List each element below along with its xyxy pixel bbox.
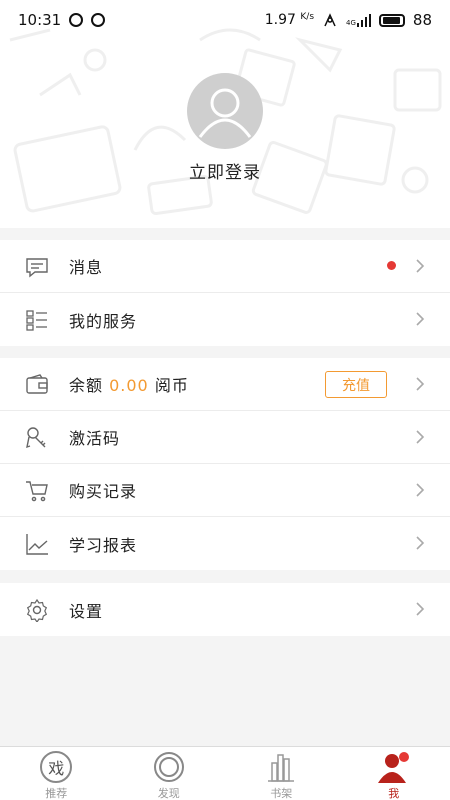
battery-icon [378,13,405,27]
menu-item-purchase-records[interactable]: 购买记录 [0,464,450,517]
tab-me[interactable]: 我 [338,747,450,800]
chevron-right-icon [416,259,425,273]
tab-label-me: 我 [388,787,400,800]
menu-label-purchase-records: 购买记录 [69,482,138,501]
login-link[interactable]: 立即登录 [0,158,450,183]
balance-text: 余额 0.00 阅币 [69,372,189,396]
avatar[interactable] [187,73,263,149]
menu-item-study-report[interactable]: 学习报表 [0,517,450,570]
menu-item-balance[interactable]: 余额 0.00 阅币 充值 [0,358,450,411]
chevron-right-icon [416,312,425,326]
signal-icon: 4G [346,13,371,27]
menu-group-settings: 设置 [0,583,450,636]
tab-label-recommend: 推荐 [45,787,68,800]
menu-label-study-report: 学习报表 [69,535,138,555]
bookshelf-icon [268,754,295,782]
status-bar: 10:31 1.97 K/s 4G 88 [0,0,450,40]
chevron-right-icon [416,377,425,391]
default-user-icon [198,88,252,138]
balance-unit: 阅币 [154,376,189,395]
hotspot-icon [324,13,336,27]
net-speed-unit: K/s [300,12,315,22]
menu-label-my-services: 我的服务 [69,311,138,331]
menu-group-messages: 消息 我的服务 [0,240,450,346]
unread-badge [387,261,396,270]
gear-icon [26,598,48,622]
menu-label-messages: 消息 [69,258,104,277]
line-chart-icon [26,534,48,555]
bottom-tab-bar: 戏 推荐 发现 书架 我 [0,746,450,800]
recharge-button[interactable]: 充值 [325,371,387,398]
check-circle-icon [91,13,106,27]
chevron-right-icon [416,430,425,444]
tab-label-bookshelf: 书架 [270,787,293,800]
tab-label-discover: 发现 [157,787,180,800]
tab-bookshelf[interactable]: 书架 [225,747,338,800]
menu-group-account: 余额 0.00 阅币 充值 激活码 购买记录 学习报表 [0,358,450,570]
user-icon [377,752,409,783]
wallet-icon [26,374,48,394]
tab-discover[interactable]: 发现 [113,747,226,800]
menu-label-settings: 设置 [69,601,104,621]
balance-value: 0.00 [109,376,149,395]
battery-level: 88 [412,11,432,29]
chevron-right-icon [416,536,425,550]
tab-recommend[interactable]: 戏 推荐 [0,747,113,800]
checklist-icon [26,310,47,331]
status-time: 10:31 [18,11,62,29]
recommend-icon: 戏 [40,751,73,783]
cart-icon [26,481,48,502]
net-speed: 1.97 [264,12,296,28]
notification-icon [69,13,84,27]
balance-prefix: 余额 [69,376,104,395]
message-icon [26,258,48,278]
menu-label-activation-code: 激活码 [69,429,121,448]
key-icon [26,427,46,449]
recommend-icon-glyph: 戏 [48,759,65,778]
menu-item-messages[interactable]: 消息 [0,240,450,293]
menu-item-activation-code[interactable]: 激活码 [0,411,450,464]
chevron-right-icon [416,602,425,616]
chevron-right-icon [416,483,425,497]
menu-item-settings[interactable]: 设置 [0,583,450,636]
discover-icon [153,752,184,782]
menu-item-my-services[interactable]: 我的服务 [0,293,450,346]
